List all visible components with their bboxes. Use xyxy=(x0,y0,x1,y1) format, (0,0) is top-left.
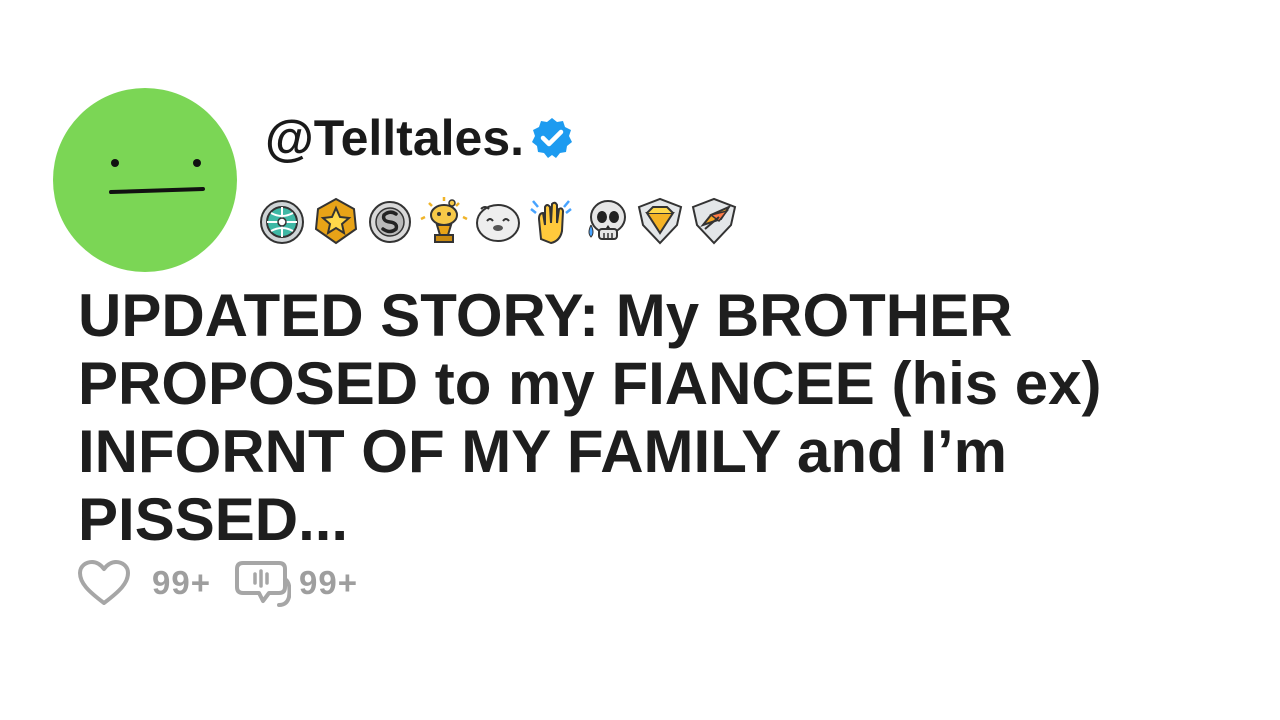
gold-snoo-trophy-icon xyxy=(420,197,468,243)
verified-badge-icon xyxy=(532,118,573,158)
post-title[interactable]: UPDATED STORY: My BROTHER PROPOSED to my… xyxy=(78,282,1228,554)
author-row: @Telltales. xyxy=(265,108,574,168)
globe-award-icon xyxy=(260,200,304,244)
likes-count: 99+ xyxy=(152,564,211,601)
clapping-hands-icon xyxy=(530,200,572,245)
awards-row xyxy=(257,193,739,249)
post-stats: 99+ 99+ xyxy=(76,556,358,610)
heart-icon[interactable] xyxy=(76,558,132,608)
wholesome-seal-icon xyxy=(476,204,520,242)
crying-skull-icon xyxy=(588,200,626,240)
star-award-icon xyxy=(314,197,358,245)
neutral-face-icon xyxy=(109,159,205,194)
post-card: @Telltales. UPDATED STORY: My BROTHER PR… xyxy=(0,0,1280,720)
username[interactable]: @Telltales. xyxy=(265,109,524,167)
comment-icon[interactable] xyxy=(234,557,291,609)
silver-s-award-icon xyxy=(369,201,411,243)
avatar[interactable] xyxy=(53,88,237,272)
comments-count: 99+ xyxy=(298,564,358,601)
gold-diamond-shield-icon xyxy=(637,197,683,245)
platinum-feather-shield-icon xyxy=(691,197,737,245)
